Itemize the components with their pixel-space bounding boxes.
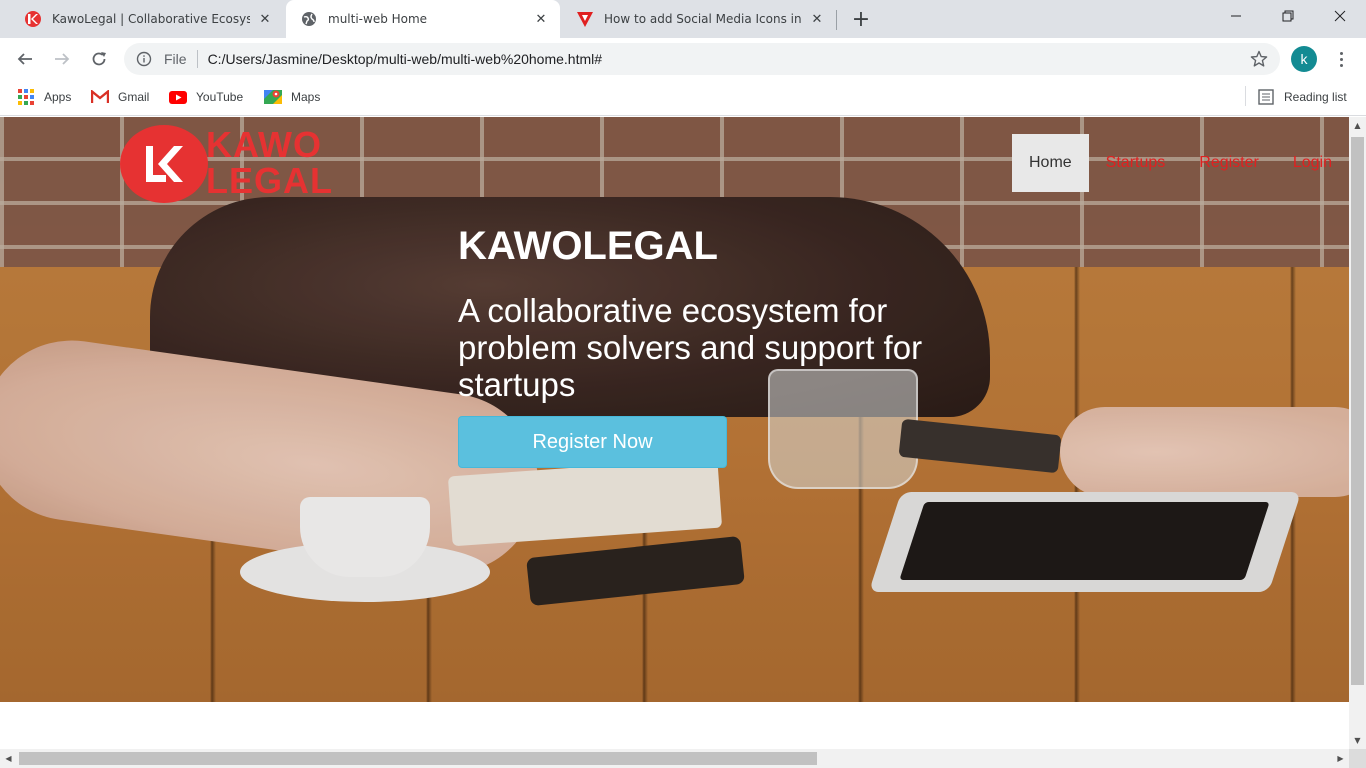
window-controls <box>1210 0 1366 32</box>
restore-button[interactable] <box>1262 0 1314 32</box>
logo-mark <box>120 125 208 203</box>
tab-title: KawoLegal | Collaborative Ecosystem <box>52 12 250 26</box>
scroll-left-arrow-icon[interactable]: ◀ <box>0 749 17 768</box>
bookmark-label: Gmail <box>118 90 150 104</box>
lk-monogram-icon <box>146 146 183 182</box>
vertical-scrollbar[interactable]: ▲ ▼ <box>1349 117 1366 749</box>
bookmark-youtube[interactable]: YouTube <box>169 86 243 108</box>
logo-line-1: KAWO <box>206 124 322 165</box>
tab-separator <box>836 10 837 30</box>
youtube-icon <box>169 88 187 106</box>
scheme-label: File <box>164 51 187 67</box>
register-now-button[interactable]: Register Now <box>458 416 727 468</box>
hero-title: KAWOLEGAL <box>458 224 718 268</box>
forward-button[interactable] <box>48 45 76 73</box>
horizontal-scroll-thumb[interactable] <box>19 752 817 765</box>
tab-kawolegal[interactable]: KawoLegal | Collaborative Ecosystem ✕ <box>10 0 284 38</box>
globe-icon <box>300 10 318 28</box>
url-text[interactable]: C:/Users/Jasmine/Desktop/multi-web/multi… <box>208 51 602 67</box>
reading-list-button[interactable]: Reading list <box>1257 86 1347 108</box>
reload-button[interactable] <box>85 45 113 73</box>
bookmarks-divider <box>1245 86 1246 106</box>
browser-menu-icon[interactable] <box>1330 47 1352 71</box>
logo-wordmark: KAWO LEGAL <box>206 127 333 199</box>
nav-login[interactable]: Login <box>1276 134 1349 192</box>
nav-startups[interactable]: Startups <box>1089 134 1183 192</box>
address-divider <box>196 50 198 68</box>
bookmark-star-icon[interactable] <box>1250 50 1268 68</box>
bookmark-label: Maps <box>291 90 321 104</box>
nav-home[interactable]: Home <box>1011 134 1089 192</box>
tab-strip: KawoLegal | Collaborative Ecosystem ✕ mu… <box>0 0 1366 38</box>
bookmark-label: YouTube <box>196 90 244 104</box>
scrollbar-corner <box>1349 749 1366 768</box>
close-tab-icon[interactable]: ✕ <box>532 10 550 28</box>
scroll-down-arrow-icon[interactable]: ▼ <box>1349 732 1366 749</box>
reading-list-icon <box>1257 88 1275 106</box>
bookmark-label: Apps <box>44 90 72 104</box>
bookmark-apps[interactable]: Apps <box>17 86 71 108</box>
vertical-scroll-thumb[interactable] <box>1351 137 1364 685</box>
tab-title: multi-web Home <box>328 12 428 26</box>
nav-register[interactable]: Register <box>1182 134 1276 192</box>
minimize-button[interactable] <box>1210 0 1262 32</box>
gmail-icon <box>91 88 109 106</box>
reading-list-label: Reading list <box>1284 90 1347 104</box>
info-icon[interactable] <box>136 51 152 67</box>
profile-avatar[interactable]: k <box>1291 46 1317 72</box>
scroll-right-arrow-icon[interactable]: ▶ <box>1332 749 1349 768</box>
maps-icon <box>264 88 282 106</box>
site-nav: Home Startups Register Login <box>1011 134 1349 192</box>
bookmark-gmail[interactable]: Gmail <box>91 86 149 108</box>
hero-section: KAWO LEGAL Home Startups Register Login … <box>0 117 1349 702</box>
kawolegal-favicon-icon <box>24 10 42 28</box>
new-tab-button[interactable]: + <box>848 6 874 32</box>
close-tab-icon[interactable]: ✕ <box>256 10 274 28</box>
close-tab-icon[interactable]: ✕ <box>808 10 826 28</box>
back-button[interactable] <box>11 45 39 73</box>
browser-toolbar: File C:/Users/Jasmine/Desktop/multi-web/… <box>0 38 1366 80</box>
bookmark-maps[interactable]: Maps <box>264 86 320 108</box>
hero-subtitle: A collaborative ecosystem for problem so… <box>458 292 923 403</box>
tab-multi-web-home[interactable]: multi-web Home ✕ <box>286 0 560 38</box>
close-window-button[interactable] <box>1314 0 1366 32</box>
scroll-up-arrow-icon[interactable]: ▲ <box>1349 117 1366 134</box>
page-viewport: KAWO LEGAL Home Startups Register Login … <box>0 117 1349 749</box>
logo-line-2: LEGAL <box>206 160 333 201</box>
tab-title: How to add Social Media Icons in HTML <box>604 12 802 26</box>
horizontal-scrollbar[interactable]: ◀ ▶ <box>0 749 1349 768</box>
bookmarks-bar: Apps Gmail YouTube Maps Reading list <box>0 80 1366 116</box>
site-logo[interactable]: KAWO LEGAL <box>120 125 355 205</box>
apps-grid-icon <box>17 88 35 106</box>
address-bar[interactable]: File C:/Users/Jasmine/Desktop/multi-web/… <box>124 43 1280 75</box>
v-logo-icon <box>576 10 594 28</box>
tab-social-icons[interactable]: How to add Social Media Icons in HTML ✕ <box>562 0 836 38</box>
